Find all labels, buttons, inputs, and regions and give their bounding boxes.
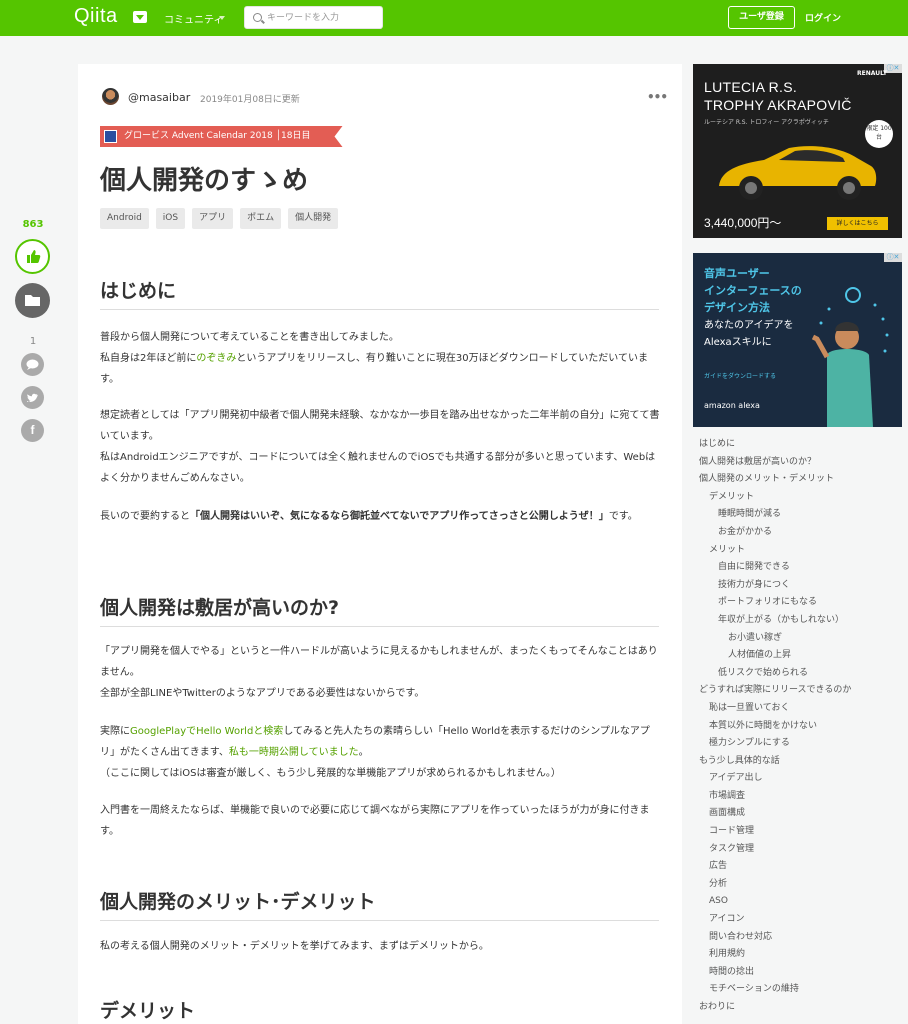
advent-calendar-ribbon[interactable]: グロービス Advent Calendar 2018 │18日目 xyxy=(100,126,343,147)
toc-item[interactable]: 画面構成 xyxy=(699,805,904,823)
toc-item[interactable]: 人材価値の上昇 xyxy=(699,647,904,665)
paragraph: 実際にGooglePlayでHello Worldと検索してみると先人たちの素晴… xyxy=(100,726,650,779)
toc-item[interactable]: 自由に開発できる xyxy=(699,559,904,577)
toc-item[interactable]: アイデア出し xyxy=(699,770,904,788)
paragraph: 想定読者としては「アプリ開発初中級者で個人開発未経験、なかなか一歩目を踏み出せな… xyxy=(100,410,660,484)
car-image xyxy=(719,146,877,200)
toc-item[interactable]: 問い合わせ対応 xyxy=(699,929,904,947)
search-icon xyxy=(253,13,262,22)
article: @masaibar 2019年01月08日に更新 ••• グロービス Adven… xyxy=(78,64,682,1024)
heading-hurdle: 個人開発は敷居が高いのか? xyxy=(100,593,659,627)
toc-item[interactable]: デメリット xyxy=(699,489,904,507)
toc-item[interactable]: 市場調査 xyxy=(699,788,904,806)
qiita-logo[interactable]: Qiita xyxy=(74,5,118,28)
stock-button[interactable] xyxy=(15,283,50,318)
toc-item[interactable]: ポートフォリオにもなる xyxy=(699,594,904,612)
toc-item[interactable]: 低リスクで始められる xyxy=(699,665,904,683)
toc-item[interactable]: 利用規約 xyxy=(699,946,904,964)
ad-headline: LUTECIA R.S. TROPHY AKRAPOVIČ xyxy=(704,79,852,113)
toc-item[interactable]: モチベーションの維持 xyxy=(699,981,904,999)
toc-item[interactable]: 本質以外に時間をかけない xyxy=(699,718,904,736)
updated-date: 2019年01月08日に更新 xyxy=(200,95,300,105)
chevron-down-icon xyxy=(219,16,225,20)
toc-item[interactable]: 分析 xyxy=(699,876,904,894)
comment-count: 1 xyxy=(29,336,37,347)
toc-item[interactable]: タスク管理 xyxy=(699,841,904,859)
tag[interactable]: アプリ xyxy=(192,208,234,229)
heading-merit: 個人開発のメリット･デメリット xyxy=(100,887,659,921)
toc-item[interactable]: 極力シンプルにする xyxy=(699,735,904,753)
googleplay-search-link[interactable]: GooglePlayでHello Worldと検索 xyxy=(130,726,283,737)
toc-item[interactable]: 恥は一旦置いておく xyxy=(699,700,904,718)
comment-icon xyxy=(26,359,39,370)
tag[interactable]: iOS xyxy=(155,208,186,229)
toc-item[interactable]: はじめに xyxy=(699,436,904,454)
ad-subtitle: ルーテシア R.S. トロフィー アクラポヴィッチ xyxy=(704,119,829,126)
search-box[interactable] xyxy=(244,6,383,29)
paragraph: 入門書を一周終えたならば、単機能で良いので必要に応じて調べながら実際にアプリを作… xyxy=(100,805,650,837)
top-header: Qiita コミュニティ ユーザ登録 ログイン xyxy=(0,0,908,36)
paragraph: 「アプリ開発を個人でやる」というと一件ハードルが高いように見えるかもしれませんが… xyxy=(100,646,658,699)
renault-logo: RENAULT xyxy=(857,70,887,77)
published-app-link[interactable]: 私も一時期公開していました xyxy=(229,747,359,758)
tag-list: Android iOS アプリ ポエム 個人開発 xyxy=(100,208,339,229)
toc-item[interactable]: メリット xyxy=(699,542,904,560)
app-link[interactable]: のぞきみ xyxy=(196,353,236,364)
advent-calendar-label: グロービス Advent Calendar 2018 │18日目 xyxy=(124,131,311,141)
ad-subtitle: あなたのアイデアを Alexaスキルに xyxy=(704,320,794,348)
community-menu[interactable]: コミュニティ xyxy=(164,11,223,26)
renault-ad[interactable]: ⓘ✕ RENAULT LUTECIA R.S. TROPHY AKRAPOVIČ … xyxy=(693,64,902,238)
ad-download-link[interactable]: ガイドをダウンロードする xyxy=(704,371,776,380)
ad-details-button[interactable]: 詳しくはこちら xyxy=(827,217,888,230)
avatar[interactable] xyxy=(102,88,119,105)
toc-item[interactable]: お金がかかる xyxy=(699,524,904,542)
toc-item[interactable]: 個人開発は敷居が高いのか？ xyxy=(699,454,904,472)
facebook-icon: f xyxy=(30,423,35,437)
toc-item[interactable]: コード管理 xyxy=(699,823,904,841)
toc-item[interactable]: アイコン xyxy=(699,911,904,929)
amazon-alexa-logo: amazon alexa xyxy=(704,401,760,410)
twitter-share-button[interactable] xyxy=(21,386,44,409)
globis-logo xyxy=(104,130,117,143)
like-button[interactable] xyxy=(15,239,50,274)
twitter-icon xyxy=(27,393,38,403)
ad-headline: 音声ユーザー インターフェースの デザイン方法 xyxy=(704,267,802,314)
paragraph: 普段から個人開発について考えていることを書き出してみました。 私自身は2年ほど前… xyxy=(100,332,648,385)
table-of-contents: はじめに 個人開発は敷居が高いのか？ 個人開発のメリット・デメリット デメリット… xyxy=(699,436,904,1017)
heading-intro: はじめに xyxy=(100,276,659,310)
toc-item[interactable]: 時間の捻出 xyxy=(699,964,904,982)
heading-demerit: デメリット xyxy=(100,1000,196,1022)
more-options-icon[interactable]: ••• xyxy=(647,90,668,104)
facebook-share-button[interactable]: f xyxy=(21,419,44,442)
toc-item[interactable]: 広告 xyxy=(699,858,904,876)
paragraph: 私の考える個人開発のメリット・デメリットを挙げてみます、まずはデメリットから。 xyxy=(100,941,489,952)
person-illustration xyxy=(811,287,889,427)
logo-caret-icon[interactable] xyxy=(133,11,147,23)
comment-button[interactable] xyxy=(21,353,44,376)
toc-item[interactable]: 年収が上がる（かもしれない） xyxy=(699,612,904,630)
tag[interactable]: Android xyxy=(100,208,149,229)
search-input[interactable] xyxy=(267,10,377,25)
toc-item[interactable]: ASO xyxy=(699,893,904,911)
tag[interactable]: 個人開発 xyxy=(288,208,339,229)
thumbs-up-icon xyxy=(27,250,41,263)
tag[interactable]: ポエム xyxy=(240,208,282,229)
ad-price: 3,440,000円～ xyxy=(704,216,782,230)
toc-item[interactable]: おわりに xyxy=(699,999,904,1017)
folder-icon xyxy=(25,295,40,306)
toc-item[interactable]: どうすれば実際にリリースできるのか xyxy=(699,682,904,700)
toc-item[interactable]: もう少し具体的な話 xyxy=(699,753,904,771)
likes-count: 863 xyxy=(22,219,44,230)
paragraph: 長いので要約すると「個人開発はいいぞ、気になるなら御託並べてないでアプリ作ってさ… xyxy=(100,511,638,522)
signup-button[interactable]: ユーザ登録 xyxy=(728,6,795,29)
toc-item[interactable]: 睡眠時間が減る xyxy=(699,506,904,524)
article-title: 個人開発のすゝめ xyxy=(100,166,309,196)
ad-choices-icon[interactable]: ⓘ✕ xyxy=(884,253,902,262)
toc-item[interactable]: お小遣い稼ぎ xyxy=(699,630,904,648)
author-name[interactable]: @masaibar xyxy=(128,91,190,104)
toc-item[interactable]: 技術力が身につく xyxy=(699,577,904,595)
toc-item[interactable]: 個人開発のメリット・デメリット xyxy=(699,471,904,489)
login-link[interactable]: ログイン xyxy=(805,11,841,24)
alexa-ad[interactable]: ⓘ✕ 音声ユーザー インターフェースの デザイン方法 あなたのアイデアを Alexaス… xyxy=(693,253,902,427)
